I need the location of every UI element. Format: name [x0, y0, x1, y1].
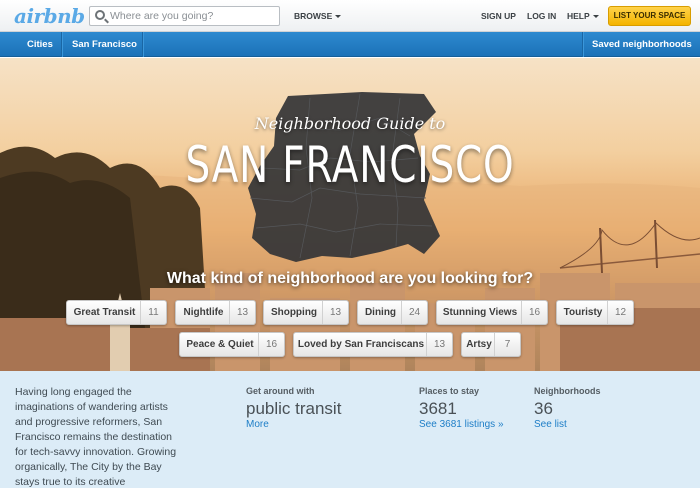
- login-link[interactable]: LOG IN: [527, 11, 556, 21]
- tag-artsy[interactable]: Artsy 7: [461, 332, 521, 357]
- chevron-down-icon: [335, 15, 342, 18]
- tag-count: 11: [140, 301, 166, 324]
- tag-count: 13: [426, 333, 452, 356]
- city-subnav: Cities San Francisco Saved neighborhoods: [0, 32, 700, 57]
- see-neighborhood-list-link[interactable]: See list: [534, 419, 567, 430]
- search-input[interactable]: [110, 8, 276, 24]
- get-around-more-link[interactable]: More: [246, 419, 269, 430]
- list-your-space-button[interactable]: LIST YOUR SPACE: [608, 6, 691, 26]
- browse-menu[interactable]: BROWSE: [294, 11, 342, 21]
- top-navigation: airbnb BROWSE SIGN UP LOG IN HELP LIST Y…: [0, 0, 700, 32]
- tag-count: 16: [521, 301, 547, 324]
- divider: [582, 32, 583, 57]
- tag-shopping[interactable]: Shopping 13: [263, 300, 349, 325]
- city-info-section: Having long engaged the imaginations of …: [0, 371, 700, 488]
- saved-neighborhoods-link[interactable]: Saved neighborhoods: [592, 32, 692, 57]
- tag-count: 12: [607, 301, 633, 324]
- breadcrumb-cities[interactable]: Cities: [27, 32, 53, 57]
- tag-label: Loved by San Franciscans: [297, 339, 425, 350]
- see-listings-link[interactable]: See 3681 listings »: [419, 419, 504, 430]
- divider: [142, 32, 143, 57]
- browse-label: BROWSE: [294, 11, 333, 21]
- tag-label: Touristy: [563, 307, 603, 318]
- hero-title: SAN FRANCISCO: [185, 136, 515, 194]
- places-to-stay-value: 3681: [419, 399, 457, 418]
- tag-count: 7: [494, 333, 520, 356]
- tag-touristy[interactable]: Touristy 12: [556, 300, 634, 325]
- hero-subtitle: Neighborhood Guide to: [254, 114, 446, 133]
- tag-count: 13: [322, 301, 348, 324]
- hero-banner: Neighborhood Guide to SAN FRANCISCO What…: [0, 58, 700, 371]
- signup-link[interactable]: SIGN UP: [481, 11, 516, 21]
- divider: [61, 32, 62, 57]
- breadcrumb-san-francisco[interactable]: San Francisco: [72, 32, 137, 57]
- tag-stunning-views[interactable]: Stunning Views 16: [436, 300, 548, 325]
- tag-loved-by-san-franciscans[interactable]: Loved by San Franciscans 13: [293, 332, 453, 357]
- hero-question: What kind of neighborhood are you lookin…: [166, 270, 534, 287]
- tag-dining[interactable]: Dining 24: [357, 300, 428, 325]
- tag-great-transit[interactable]: Great Transit 11: [66, 300, 167, 325]
- city-intro-text: Having long engaged the imaginations of …: [15, 386, 177, 488]
- airbnb-logo[interactable]: airbnb: [14, 4, 85, 28]
- get-around-label: Get around with: [246, 386, 315, 396]
- neighborhoods-value: 36: [534, 399, 553, 418]
- help-menu[interactable]: HELP: [567, 11, 599, 21]
- tag-label: Artsy: [466, 339, 492, 350]
- search-box[interactable]: [89, 6, 280, 26]
- tag-nightlife[interactable]: Nightlife 13: [175, 300, 256, 325]
- neighborhoods-label: Neighborhoods: [534, 386, 601, 396]
- tag-peace-and-quiet[interactable]: Peace & Quiet 16: [179, 332, 285, 357]
- tag-label: Stunning Views: [442, 307, 518, 318]
- tag-count: 24: [401, 301, 427, 324]
- get-around-value: public transit: [246, 399, 342, 418]
- chevron-down-icon: [592, 15, 599, 18]
- tag-label: Shopping: [270, 307, 318, 318]
- tag-label: Peace & Quiet: [186, 339, 254, 350]
- tag-label: Great Transit: [73, 307, 136, 318]
- tag-label: Dining: [364, 307, 397, 318]
- tag-label: Nightlife: [183, 307, 224, 318]
- tag-count: 13: [229, 301, 255, 324]
- places-to-stay-label: Places to stay: [419, 386, 480, 396]
- search-icon: [95, 10, 105, 20]
- help-label: HELP: [567, 11, 590, 21]
- tag-count: 16: [258, 333, 284, 356]
